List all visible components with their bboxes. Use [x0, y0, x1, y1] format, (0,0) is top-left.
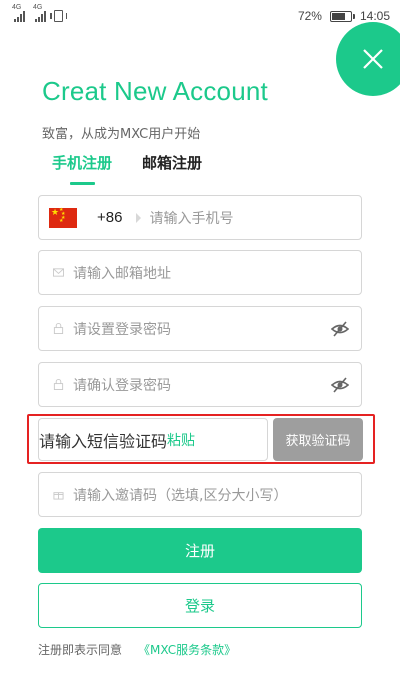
page-title: Creat New Account: [42, 76, 268, 106]
phone-field[interactable]: ★ ★ ★ ★ ★ +86 请输入手机号: [38, 195, 362, 240]
get-code-button[interactable]: 获取验证码: [273, 418, 363, 461]
clock: 14:05: [359, 9, 390, 23]
confirm-password-input[interactable]: 请确认登录密码: [73, 375, 331, 395]
mail-icon: [52, 268, 64, 277]
signal-icon-2: 4G: [33, 4, 46, 22]
status-bar-left: 4G 4G: [12, 4, 67, 22]
status-bar-right: 72% 14:05: [298, 9, 390, 23]
password-input[interactable]: 请设置登录密码: [73, 319, 331, 339]
invite-code-input[interactable]: 请输入邀请码（选填,区分大小写）: [73, 485, 361, 505]
confirm-password-field[interactable]: 请确认登录密码: [38, 362, 362, 407]
login-button[interactable]: 登录: [38, 583, 362, 628]
close-button[interactable]: [336, 22, 400, 96]
tab-phone-register[interactable]: 手机注册: [52, 152, 112, 185]
close-icon: [363, 49, 383, 69]
paste-button[interactable]: 粘贴: [167, 430, 195, 450]
terms-text: 注册即表示同意: [38, 643, 123, 657]
email-field[interactable]: 请输入邮箱地址: [38, 250, 362, 295]
phone-input[interactable]: 请输入手机号: [149, 208, 233, 228]
dropdown-arrow-icon: [136, 212, 142, 223]
tab-email-register[interactable]: 邮箱注册: [142, 152, 202, 185]
network-type: 4G: [12, 4, 22, 11]
signal-icon: 4G: [12, 4, 25, 22]
gift-icon: [52, 492, 64, 500]
lock-icon: [53, 379, 63, 390]
invite-code-field[interactable]: 请输入邀请码（选填,区分大小写）: [38, 472, 362, 517]
vibrate-icon: [50, 10, 67, 22]
lock-icon: [53, 323, 63, 334]
status-bar: 4G 4G 72% 14:05: [0, 0, 400, 32]
country-code[interactable]: +86: [97, 209, 122, 226]
page-subtitle: 致富，从成为MXC用户开始: [42, 127, 201, 142]
terms-link[interactable]: 《MXC服务条款》: [138, 641, 236, 658]
register-tabs: 手机注册 邮箱注册: [52, 152, 202, 185]
email-input[interactable]: 请输入邮箱地址: [73, 263, 361, 283]
battery-icon: [329, 10, 355, 22]
hide-password-icon[interactable]: [331, 320, 349, 338]
network-type-2: 4G: [33, 4, 43, 11]
sms-code-field[interactable]: 请输入短信验证码 粘贴: [38, 418, 268, 461]
hide-password-icon[interactable]: [331, 376, 349, 394]
china-flag-icon[interactable]: ★ ★ ★ ★ ★: [49, 207, 77, 228]
terms-notice: 注册即表示同意 《MXC服务条款》: [38, 641, 236, 658]
sms-code-input[interactable]: 请输入短信验证码: [39, 428, 167, 452]
register-button[interactable]: 注册: [38, 528, 362, 573]
password-field[interactable]: 请设置登录密码: [38, 306, 362, 351]
battery-percent: 72%: [297, 9, 322, 23]
